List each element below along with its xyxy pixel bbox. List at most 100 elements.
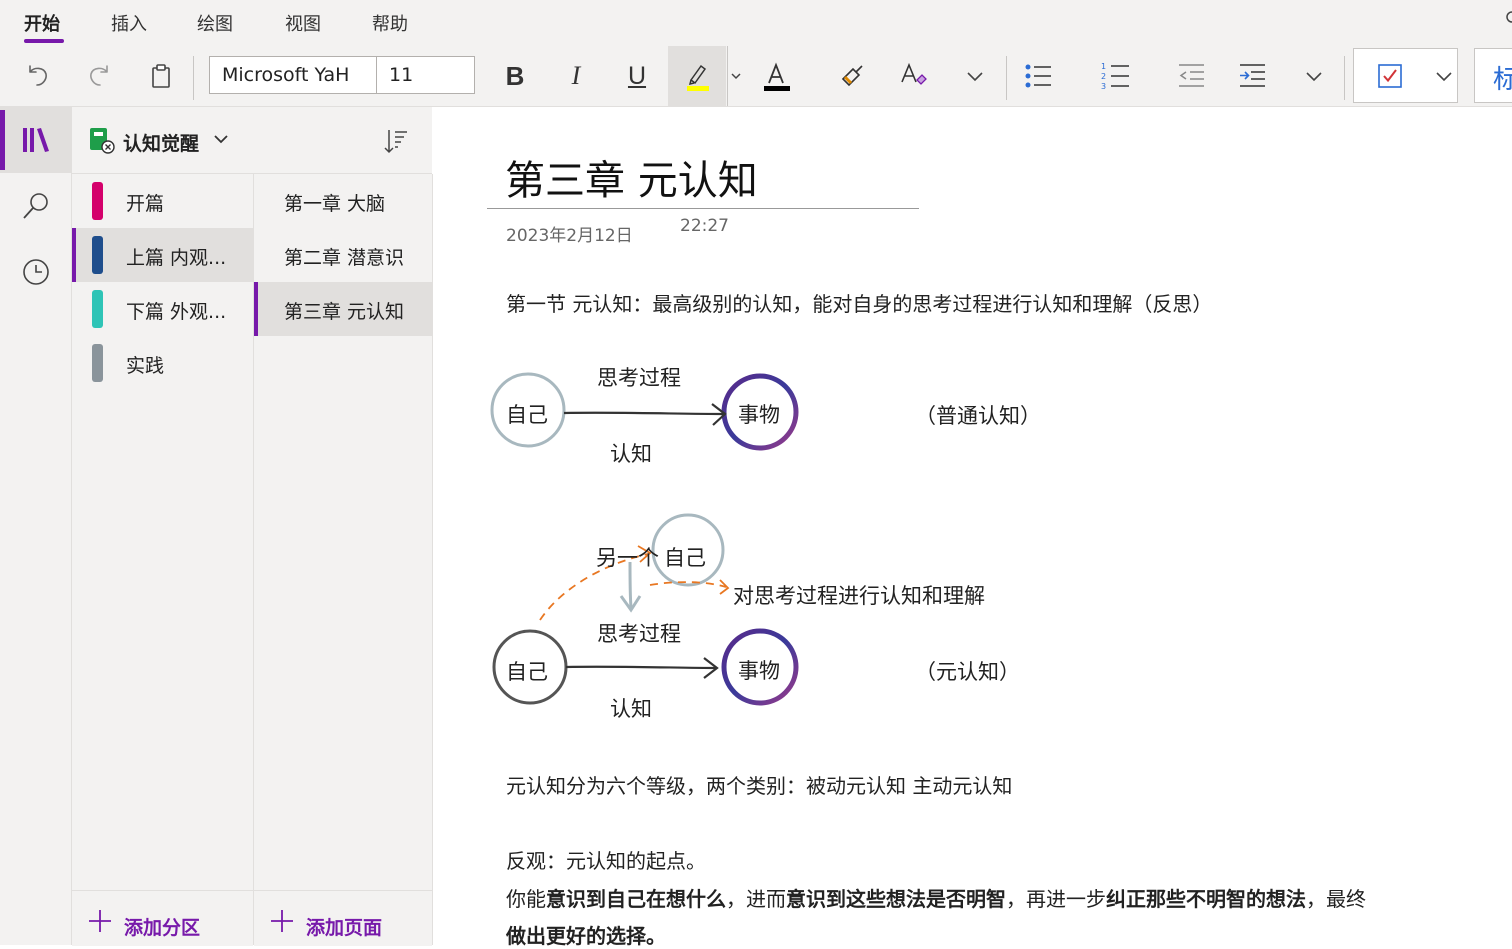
notebooks-icon[interactable] bbox=[20, 124, 52, 156]
tab-draw[interactable]: 绘图 bbox=[197, 10, 233, 36]
section-color-tab bbox=[92, 236, 103, 274]
styles-preview-text: 标 bbox=[1493, 59, 1512, 96]
navigation-rail bbox=[0, 107, 72, 945]
redo-icon[interactable] bbox=[79, 56, 119, 96]
paragraph-levels[interactable]: 元认知分为六个等级，两个类别：被动元认知 主动元认知 bbox=[506, 770, 1012, 799]
section-label: 上篇 内观... bbox=[126, 247, 227, 269]
undo-icon[interactable] bbox=[18, 56, 58, 96]
tab-home[interactable]: 开始 bbox=[24, 10, 60, 36]
active-tab-indicator bbox=[24, 39, 64, 43]
section-color-tab bbox=[92, 290, 103, 328]
section-label: 下篇 外观... bbox=[126, 301, 227, 323]
diagram2-reflect-label: 对思考过程进行认知和理解 bbox=[733, 584, 985, 608]
more-paragraph-chevron-icon[interactable] bbox=[1294, 56, 1334, 96]
page-date: 2023年2月12日 bbox=[506, 226, 633, 246]
page-title[interactable]: 第三章 元认知 bbox=[505, 148, 758, 206]
bold-text-run: 意识到这些想法是否明智 bbox=[786, 887, 1006, 911]
section-item[interactable]: 开篇 bbox=[72, 174, 253, 228]
section-label: 实践 bbox=[126, 355, 165, 377]
text-run: ，再进一步 bbox=[1006, 887, 1106, 911]
diagram2-process-label: 思考过程 bbox=[597, 622, 681, 646]
font-color-icon[interactable] bbox=[756, 56, 796, 96]
toolbar-separator bbox=[1006, 56, 1007, 100]
notebook-name[interactable]: 认知觉醒 bbox=[123, 129, 199, 156]
tab-insert[interactable]: 插入 bbox=[111, 10, 147, 36]
font-name-input[interactable]: Microsoft YaH bbox=[222, 64, 349, 86]
underline-icon[interactable]: U bbox=[617, 56, 657, 96]
highlight-dropdown[interactable] bbox=[727, 46, 745, 106]
page-list: 第一章 大脑 第二章 潜意识 第三章 元认知 bbox=[254, 174, 433, 945]
diagram1-cognition-label: 认知 bbox=[610, 442, 652, 466]
svg-text:3: 3 bbox=[1101, 82, 1106, 91]
title-underline bbox=[487, 208, 919, 209]
diagram2-note: （元认知） bbox=[915, 660, 1020, 684]
text-run: 你能 bbox=[506, 887, 546, 911]
svg-text:2: 2 bbox=[1101, 72, 1106, 81]
diagram1-thing-label: 事物 bbox=[738, 403, 780, 427]
format-painter-icon[interactable] bbox=[832, 56, 872, 96]
sort-icon[interactable] bbox=[382, 126, 410, 156]
clear-formatting-icon[interactable] bbox=[893, 56, 933, 96]
diagram2-cognition-label: 认知 bbox=[610, 697, 652, 721]
page-time: 22:27 bbox=[680, 216, 729, 236]
styles-picker[interactable]: 标 bbox=[1474, 48, 1512, 103]
italic-icon[interactable]: I bbox=[556, 56, 596, 96]
search-icon[interactable] bbox=[20, 190, 52, 222]
toolbar-separator bbox=[193, 56, 194, 100]
font-size-input[interactable]: 11 bbox=[389, 64, 413, 86]
paragraph-reflection[interactable]: 反观：元认知的起点。 bbox=[506, 845, 706, 874]
todo-checkbox-icon[interactable] bbox=[1370, 56, 1410, 96]
notebook-icon bbox=[87, 126, 117, 156]
page-label: 第三章 元认知 bbox=[284, 301, 405, 323]
section-label: 开篇 bbox=[126, 193, 165, 215]
section-item[interactable]: 下篇 外观... bbox=[72, 282, 253, 336]
svg-text:1: 1 bbox=[1101, 62, 1106, 71]
section-color-tab bbox=[92, 182, 103, 220]
font-box-divider bbox=[376, 57, 377, 93]
paragraph-explanation[interactable]: 你能意识到自己在想什么，进而意识到这些想法是否明智，再进一步纠正那些不明智的想法… bbox=[506, 883, 1366, 912]
highlighter-icon[interactable] bbox=[677, 56, 717, 96]
clipboard-icon[interactable] bbox=[141, 56, 181, 96]
page-label: 第一章 大脑 bbox=[284, 193, 386, 215]
bold-text-run: 意识到自己在想什么 bbox=[546, 887, 726, 911]
plus-icon bbox=[271, 910, 293, 932]
add-section-button[interactable]: 添加分区 bbox=[72, 890, 253, 946]
diagram1-process-label: 思考过程 bbox=[597, 366, 681, 390]
page-item[interactable]: 第二章 潜意识 bbox=[254, 228, 432, 282]
page-label: 第二章 潜意识 bbox=[284, 247, 405, 269]
tab-view[interactable]: 视图 bbox=[285, 10, 321, 36]
more-formatting-chevron-icon[interactable] bbox=[955, 56, 995, 96]
arrow-line bbox=[565, 665, 717, 670]
diagram2-thing-label: 事物 bbox=[738, 659, 780, 683]
text-run: ，进而 bbox=[726, 887, 786, 911]
numbered-list-icon[interactable]: 123 bbox=[1095, 56, 1135, 96]
plus-icon bbox=[89, 910, 111, 932]
section-color-tab bbox=[92, 344, 103, 382]
tag-dropdown-chevron-icon[interactable] bbox=[1424, 56, 1464, 96]
page-item[interactable]: 第一章 大脑 bbox=[254, 174, 432, 228]
diagram2-other-self-label: 自己 bbox=[664, 546, 706, 570]
diagram1-note: （普通认知） bbox=[915, 404, 1041, 428]
diagram1-self-label: 自己 bbox=[506, 403, 548, 427]
section-item-selected[interactable]: 上篇 内观... bbox=[72, 228, 253, 282]
toolbar-separator bbox=[1344, 56, 1345, 100]
section-item[interactable]: 实践 bbox=[72, 336, 253, 390]
recent-clock-icon[interactable] bbox=[20, 256, 52, 288]
rail-active-indicator bbox=[0, 110, 5, 170]
diagram2-self-label: 自己 bbox=[506, 660, 548, 684]
add-page-label: 添加页面 bbox=[306, 917, 383, 939]
add-page-button[interactable]: 添加页面 bbox=[254, 890, 432, 946]
text-run: ，最终 bbox=[1306, 887, 1366, 911]
search-icon[interactable] bbox=[1502, 10, 1512, 24]
increase-indent-icon[interactable] bbox=[1232, 56, 1272, 96]
notebook-dropdown-chevron-icon[interactable] bbox=[210, 128, 232, 150]
bullet-list-icon[interactable] bbox=[1018, 56, 1058, 96]
tab-help[interactable]: 帮助 bbox=[372, 10, 408, 36]
arrow-line bbox=[563, 411, 725, 416]
paragraph-definition[interactable]: 第一节 元认知：最高级别的认知，能对自身的思考过程进行认知和理解（反思） bbox=[506, 288, 1212, 317]
diagram2-other-prefix: 另一个 bbox=[596, 546, 659, 570]
bold-icon[interactable]: B bbox=[495, 56, 535, 96]
page-item-selected[interactable]: 第三章 元认知 bbox=[254, 282, 432, 336]
bold-text-run: 纠正那些不明智的想法 bbox=[1106, 887, 1306, 911]
decrease-indent-icon[interactable] bbox=[1171, 56, 1211, 96]
